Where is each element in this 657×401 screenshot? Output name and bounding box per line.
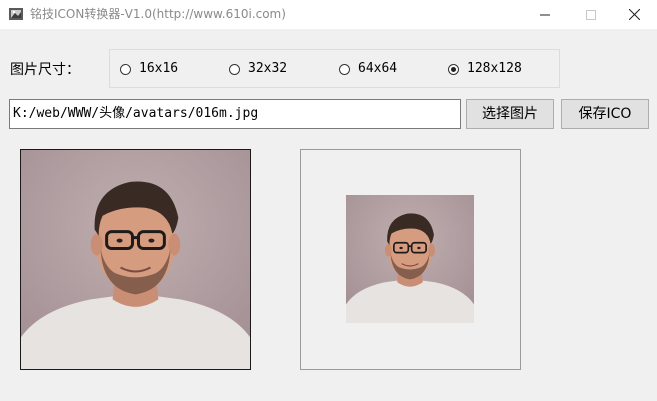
file-path-field[interactable]: K:/web/WWW/头像/avatars/016m.jpg xyxy=(9,99,461,129)
close-button[interactable] xyxy=(611,0,657,29)
size-option-128[interactable]: 128x128 xyxy=(448,61,522,77)
size-option-label: 128x128 xyxy=(467,61,522,76)
preview-frame xyxy=(300,149,521,370)
minimize-icon xyxy=(540,14,550,15)
radio-button-icon[interactable] xyxy=(339,63,350,75)
portrait-photo xyxy=(346,195,474,323)
app-window: 铭技ICON转换器-V1.0(http://www.610i.com) 图片尺寸… xyxy=(0,0,657,401)
radio-button-icon[interactable] xyxy=(448,63,459,75)
save-ico-button[interactable]: 保存ICO xyxy=(561,99,649,129)
size-option-label: 16x16 xyxy=(139,61,179,76)
title-bar[interactable]: 铭技ICON转换器-V1.0(http://www.610i.com) xyxy=(0,0,657,29)
radio-button-icon[interactable] xyxy=(120,63,131,75)
app-icon xyxy=(8,6,24,22)
size-option-32[interactable]: 32x32 xyxy=(229,61,287,77)
size-label: 图片尺寸： xyxy=(10,62,80,78)
minimize-button[interactable] xyxy=(522,0,568,29)
radio-button-icon[interactable] xyxy=(229,63,240,75)
maximize-icon xyxy=(586,9,596,20)
portrait-photo xyxy=(21,150,250,369)
size-option-label: 64x64 xyxy=(358,61,398,76)
size-radio-group: 16x16 32x32 64x64 128x128 xyxy=(109,49,560,88)
size-option-64[interactable]: 64x64 xyxy=(339,61,397,77)
maximize-button[interactable] xyxy=(568,0,614,29)
close-icon xyxy=(628,9,640,20)
preview-image xyxy=(346,195,474,323)
select-image-button[interactable]: 选择图片 xyxy=(466,99,554,129)
source-image xyxy=(20,149,251,370)
size-option-16[interactable]: 16x16 xyxy=(120,61,178,77)
window-title: 铭技ICON转换器-V1.0(http://www.610i.com) xyxy=(30,7,286,21)
size-option-label: 32x32 xyxy=(248,61,288,76)
